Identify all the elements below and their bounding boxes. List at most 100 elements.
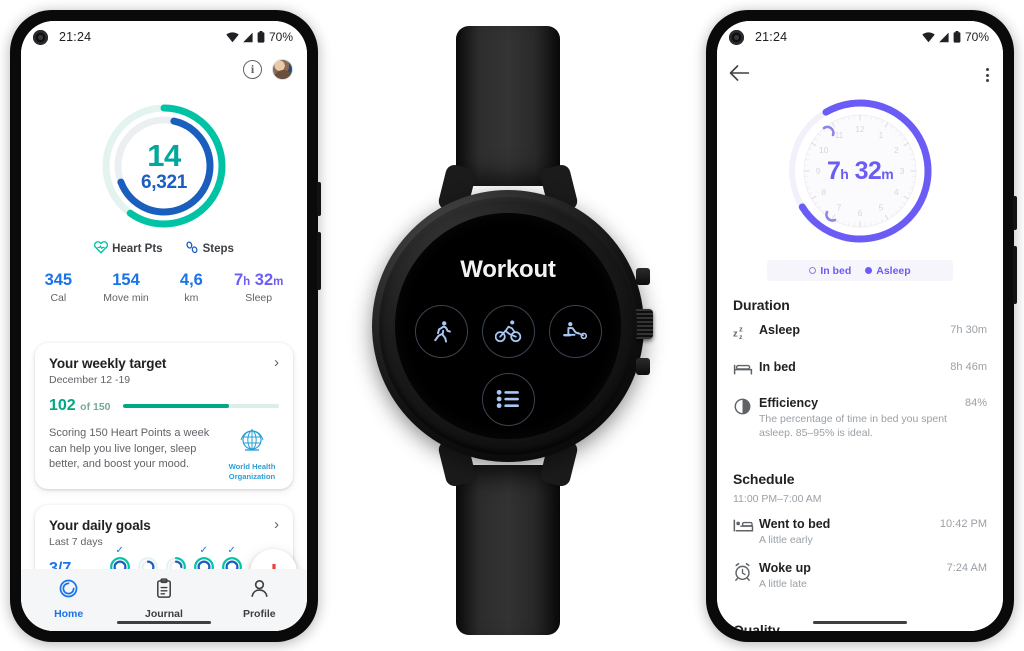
avatar[interactable] xyxy=(272,59,293,80)
nav-profile-label: Profile xyxy=(242,608,276,620)
check-icon: ✓ xyxy=(227,545,236,556)
status-time: 21:24 xyxy=(59,30,92,44)
legend-heart-label: Heart Pts xyxy=(112,243,163,255)
watch-tile-rowing[interactable] xyxy=(548,304,602,358)
svg-text:z: z xyxy=(739,326,743,334)
cellular-signal-icon xyxy=(938,32,950,43)
bed-icon xyxy=(733,360,759,382)
heart-icon xyxy=(94,241,109,257)
info-icon[interactable]: i xyxy=(243,60,262,79)
stat-cal-label: Cal xyxy=(50,291,67,304)
watch-tile-list[interactable] xyxy=(481,372,535,426)
sleep-row-in-bed-mid: In bed xyxy=(759,360,942,374)
watch-bottom-pusher[interactable] xyxy=(636,358,650,376)
legend-steps-label: Steps xyxy=(202,243,234,255)
weekly-current: 102 xyxy=(49,397,76,414)
sleep-screen: 21:24 70% 12 1 2 3 4 5 6 7 8 9 10 11 7h … xyxy=(717,21,1003,631)
section-title-quality: Quality xyxy=(733,621,780,631)
stat-sleep-mins-unit: m xyxy=(273,276,284,288)
chevron-right-icon[interactable]: › xyxy=(274,517,279,532)
weekly-card-body: Scoring 150 Heart Points a week can help… xyxy=(49,427,210,471)
sleep-row-efficiency-mid: Efficiency The percentage of time in bed… xyxy=(759,396,957,441)
weekly-progress-text: 102 of 150 xyxy=(49,397,111,415)
sleep-hours-unit: h xyxy=(840,165,849,182)
running-icon xyxy=(433,320,451,342)
bottom-navigation: Home Journal Profile xyxy=(21,569,307,631)
sleep-body: 12 1 2 3 4 5 6 7 8 9 10 11 7h 32m In bed… xyxy=(717,53,1003,631)
sleep-row-asleep-mid: Asleep xyxy=(759,323,942,337)
phone-power-button[interactable] xyxy=(317,182,321,216)
watch-tile-row-1 xyxy=(395,304,621,358)
phone-volume-button[interactable] xyxy=(1013,246,1017,304)
stat-cal: 345 Cal xyxy=(45,271,73,304)
svg-text:z: z xyxy=(739,334,743,341)
legend-in-bed-label: In bed xyxy=(820,264,852,277)
weekly-target-card[interactable]: Your weekly target December 12 -19 › 102… xyxy=(35,343,293,489)
nav-item-profile[interactable]: Profile xyxy=(212,578,307,620)
weekly-progress-track xyxy=(122,403,279,409)
watch-title: Workout xyxy=(460,255,556,283)
weekly-card-subtitle: December 12 -19 xyxy=(49,374,131,386)
person-icon xyxy=(249,578,270,604)
overflow-menu-icon[interactable] xyxy=(986,68,989,82)
chevron-right-icon[interactable]: › xyxy=(274,355,279,370)
asleep-marker-icon xyxy=(865,267,873,274)
went-to-bed-icon xyxy=(733,517,759,538)
phone-power-button[interactable] xyxy=(1013,196,1017,230)
sleep-row-went-to-bed-desc: A little early xyxy=(759,533,813,546)
fit-home-body: i 14 6,321 Heart Pts Steps 345 Cal 154 M… xyxy=(21,53,307,631)
wifi-icon xyxy=(922,31,935,43)
sleep-row-asleep[interactable]: zzz Asleep 7h 30m xyxy=(717,323,1003,360)
sleep-minutes: 32 xyxy=(854,156,882,185)
efficiency-icon xyxy=(733,396,759,421)
sleep-row-woke-up-desc: A little late xyxy=(759,578,807,591)
status-bar: 21:24 70% xyxy=(21,21,307,53)
watch-tile-cycling[interactable] xyxy=(481,304,535,358)
zzz-icon: zzz xyxy=(733,323,759,346)
stat-cal-value: 345 xyxy=(44,271,73,289)
phone-left-fit-app: 21:24 70% i 14 6,321 Heart Pts Steps 345… xyxy=(10,10,321,642)
home-indicator[interactable] xyxy=(117,620,211,624)
stat-sleep-mins: 32 xyxy=(254,271,274,289)
legend-asleep: Asleep xyxy=(865,265,911,277)
status-icons: 70% xyxy=(226,30,293,44)
weekly-progress-row: 102 of 150 xyxy=(49,397,279,415)
sleep-row-went-to-bed[interactable]: Went to bed A little early 10:42 PM xyxy=(717,517,1003,561)
nav-item-home[interactable]: Home xyxy=(21,578,116,620)
back-arrow-icon[interactable] xyxy=(729,64,750,87)
alarm-icon xyxy=(733,561,759,586)
sleep-duration-center: 7h 32m xyxy=(782,93,938,249)
sleep-legend: In bed Asleep xyxy=(767,260,953,281)
heart-points-value: 14 xyxy=(147,137,181,173)
nav-journal-label: Journal xyxy=(145,608,183,620)
phone-volume-button[interactable] xyxy=(317,232,321,290)
stat-sleep-label: Sleep xyxy=(245,291,273,304)
sleep-row-woke-up-mid: Woke up A little late xyxy=(759,561,939,591)
sleep-row-woke-up[interactable]: Woke up A little late 7:24 AM xyxy=(717,561,1003,605)
weekly-card-header: Your weekly target December 12 -19 › xyxy=(49,355,279,386)
stat-km-value: 4,6 xyxy=(179,271,203,289)
section-title-schedule: Schedule xyxy=(733,470,795,487)
sleep-row-efficiency[interactable]: Efficiency The percentage of time in bed… xyxy=(717,396,1003,455)
who-name-line2: Organization xyxy=(228,472,276,482)
sleep-row-in-bed[interactable]: In bed 8h 46m xyxy=(717,360,1003,396)
phone-right-sleep-app: 21:24 70% 12 1 2 3 4 5 6 7 8 9 10 11 7h … xyxy=(706,10,1017,642)
schedule-time-range: 11:00 PM–7:00 AM xyxy=(733,492,822,505)
home-indicator[interactable] xyxy=(813,620,907,624)
stat-move-label: Move min xyxy=(103,291,149,304)
sleep-row-went-to-bed-value: 10:42 PM xyxy=(939,517,987,530)
nav-item-journal[interactable]: Journal xyxy=(116,578,211,620)
who-name-line1: World Health xyxy=(228,462,276,471)
screenshot-root: 21:24 70% i 14 6,321 Heart Pts Steps 345… xyxy=(0,0,1024,651)
stat-move-value: 154 xyxy=(112,271,140,289)
watch-case: Workout xyxy=(372,189,653,462)
watch-tile-row-2 xyxy=(395,372,621,426)
watch-tile-running[interactable] xyxy=(414,304,468,358)
sleep-row-asleep-title: Asleep xyxy=(759,323,800,337)
watch-top-pusher[interactable] xyxy=(636,268,650,286)
in-bed-marker-icon xyxy=(809,267,817,274)
status-bar: 21:24 70% xyxy=(717,21,1003,53)
steps-icon xyxy=(185,241,199,257)
sleep-row-efficiency-title: Efficiency xyxy=(759,396,819,410)
stat-sleep-value: 7h 32m xyxy=(234,271,283,290)
